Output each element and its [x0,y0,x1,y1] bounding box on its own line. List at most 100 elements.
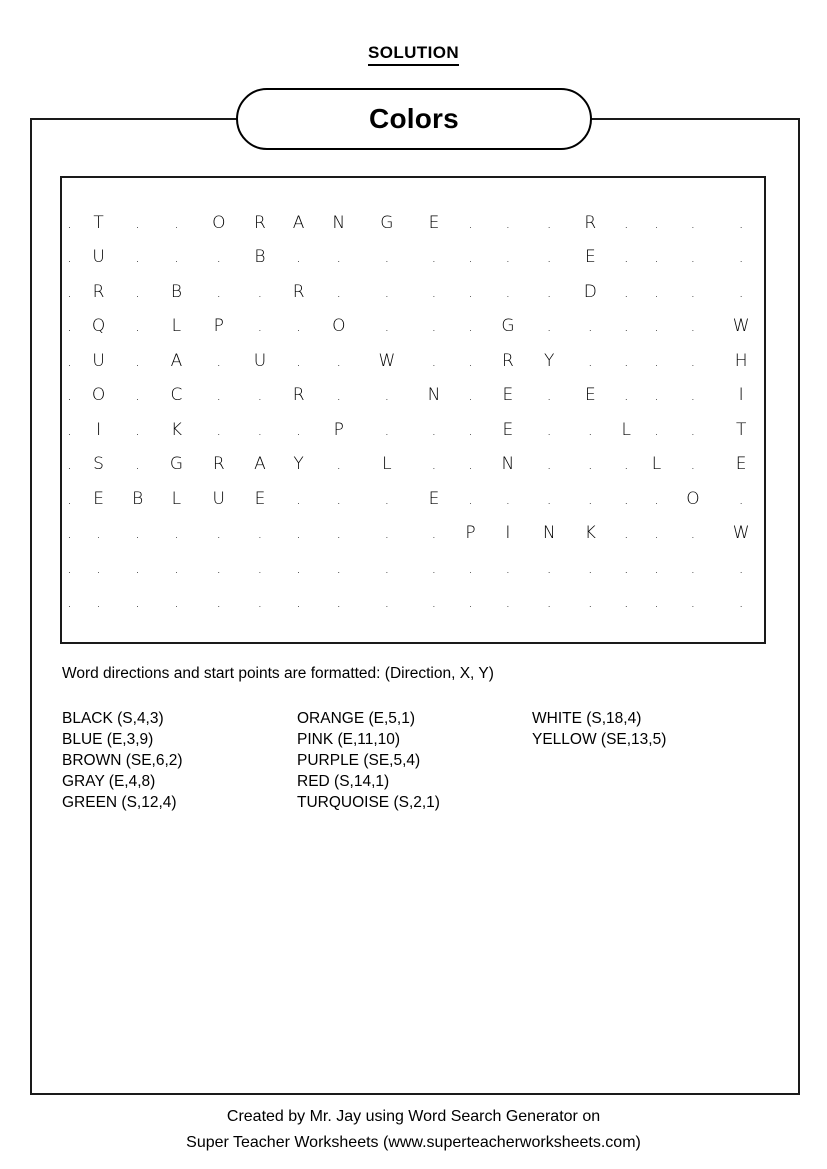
grid-cell-letter: L [651,454,662,475]
grid-cell-letter: P [213,316,224,337]
word-list-item: ORANGE (E,5,1) [297,710,415,727]
grid-cell-empty: . [690,455,696,474]
grid-cell-empty: . [135,420,141,439]
grid-cell-empty: . [623,248,629,267]
grid-cell-letter: C [170,385,183,406]
grid-cell-empty: . [690,386,696,405]
grid-cell-empty: . [738,593,744,612]
grid-cell-empty: . [336,282,342,301]
grid-cell-empty: . [67,351,72,370]
grid-cell-empty: . [257,593,263,612]
grid-cell-empty: . [296,489,301,508]
grid-cell-empty: . [546,282,552,301]
grid-row: . T.. O R A N G E... R.... [62,206,768,241]
grid-cell-empty: . [216,524,222,543]
grid-cell-letter: E [93,488,104,509]
grid-cell-empty: . [296,524,301,543]
grid-cell-empty: . [738,489,744,508]
grid-cell-empty: . [623,317,629,336]
grid-cell-empty: . [336,455,342,474]
grid-cell-letter: G [169,454,183,475]
grid-cell-letter: B [132,488,144,509]
grid-cell-empty: . [623,593,629,612]
grid-cell-empty: . [296,593,301,612]
grid-cell-empty: . [546,455,552,474]
grid-cell-letter: A [292,212,305,233]
grid-cell-empty: . [135,558,141,577]
grid-cell-empty: . [257,558,263,577]
grid-cell-letter: R [212,454,225,475]
grid-cell-empty: . [384,386,390,405]
grid-cell-empty: . [690,558,696,577]
grid-cell-empty: . [738,282,744,301]
grid-cell-empty: . [654,593,659,612]
grid-cell-empty: . [384,558,390,577]
grid-cell-letter: Q [91,316,106,337]
page-title: Colors [369,103,459,134]
grid-cell-letter: E [428,212,440,233]
grid-cell-empty: . [468,248,473,267]
grid-cell-empty: . [216,248,222,267]
footer-line-1: Created by Mr. Jay using Word Search Gen… [226,1108,601,1125]
grid-cell-letter: E [428,488,440,509]
grid-cell-empty: . [690,351,696,370]
grid-cell-empty: . [67,386,72,405]
grid-cell-empty: . [174,593,179,612]
grid-cell-letter: E [254,488,266,509]
grid-cell-letter: Y [293,454,304,475]
grid-cell-empty: . [546,593,552,612]
grid-cell-letter: S [93,454,104,475]
grid-cell-empty: . [135,282,141,301]
grid-row: . S. G R A Y. L.. N... L. E [62,448,768,483]
grid-cell-empty: . [623,282,629,301]
grid-cell-letter: O [91,385,106,406]
grid-cell-empty: . [216,386,222,405]
grid-cell-empty: . [546,213,552,232]
grid-cell-empty: . [654,524,659,543]
grid-cell-empty: . [174,248,179,267]
grid-cell-letter: R [292,385,305,406]
grid-cell-empty: . [336,351,342,370]
grid-cell-empty: . [384,282,390,301]
grid-cell-letter: A [254,454,266,475]
grid-cell-letter: U [92,247,105,268]
grid-cell-empty: . [623,558,629,577]
grid-cell-empty: . [67,489,72,508]
grid-cell-empty: . [654,282,659,301]
grid-cell-empty: . [654,420,659,439]
grid-cell-empty: . [431,317,437,336]
grid-cell-empty: . [654,489,659,508]
grid-cell-letter: W [732,523,750,544]
grid-cell-empty: . [296,420,301,439]
word-search-grid: . T.. O R A N G E... R..... U... B....... E..... R. B… [62,206,768,620]
grid-cell-letter: N [427,385,441,406]
grid-cell-empty: . [654,351,659,370]
grid-cell-empty: . [384,317,390,336]
word-list-column: BLACK (S,4,3) BLUE (E,3,9) BROWN (SE,6,2) G… [62,708,297,813]
grid-cell-empty: . [431,558,437,577]
grid-cell-letter: E [502,385,514,406]
grid-cell-empty: . [67,248,72,267]
grid-cell-empty: . [135,213,141,232]
grid-cell-empty: . [546,420,552,439]
grid-cell-letter: R [292,281,305,302]
grid-cell-empty: . [257,420,263,439]
word-list-column: WHITE (S,18,4) YELLOW (SE,13,5) [532,708,762,750]
grid-cell-letter: U [92,350,105,371]
grid-cell-empty: . [336,524,342,543]
grid-cell-empty: . [690,248,696,267]
word-list-item: YELLOW (SE,13,5) [532,731,667,748]
grid-cell-letter: A [170,350,183,371]
grid-cell-empty: . [738,213,744,232]
grid-cell-empty: . [623,386,629,405]
grid-cell-empty: . [505,489,511,508]
grid-cell-empty: . [623,455,629,474]
grid-cell-empty: . [216,420,222,439]
word-list: BLACK (S,4,3) BLUE (E,3,9) BROWN (SE,6,2) G… [62,708,762,813]
grid-cell-empty: . [654,317,659,336]
grid-cell-empty: . [587,489,593,508]
grid-cell-letter: D [583,281,597,302]
grid-cell-letter: I [505,523,511,544]
word-search-grid-body: . T.. O R A N G E... R..... U... B....... E..... R. B… [62,206,768,620]
word-list-column: ORANGE (E,5,1) PINK (E,11,10) PURPLE (SE,5… [297,708,532,813]
